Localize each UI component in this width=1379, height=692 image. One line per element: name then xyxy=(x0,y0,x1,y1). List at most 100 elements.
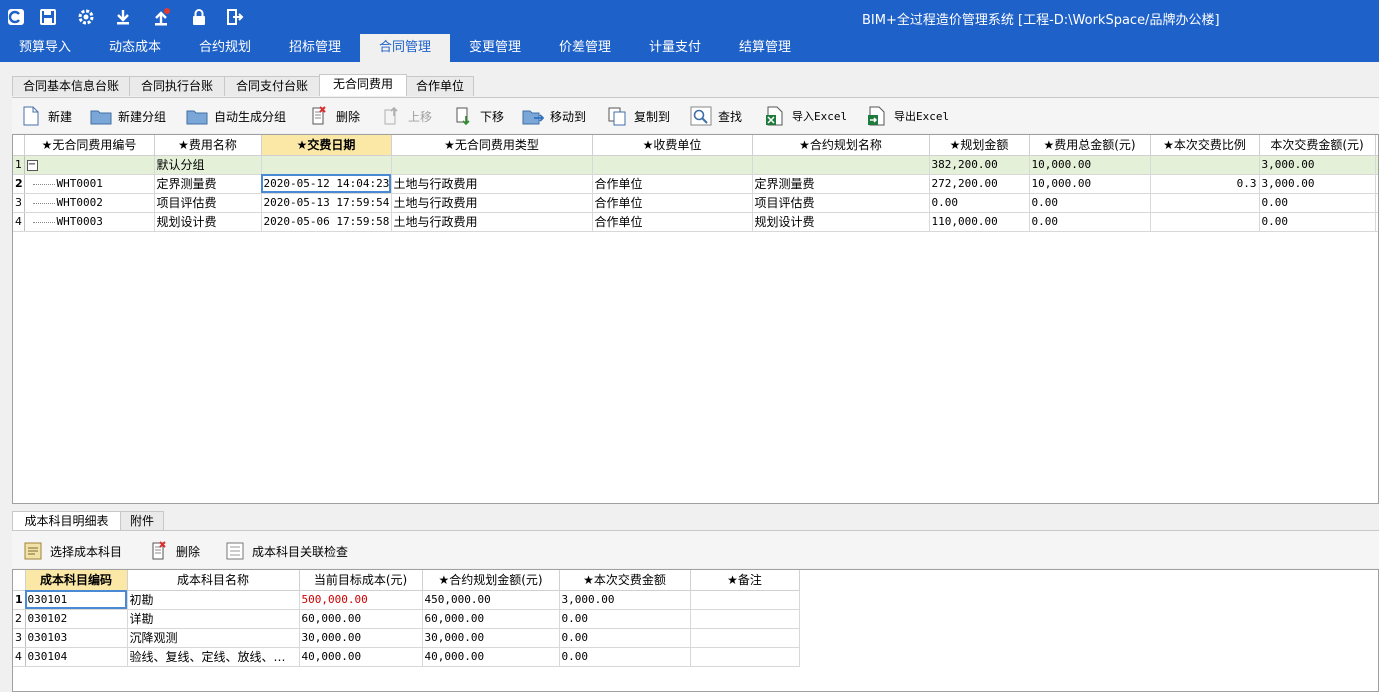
col-plan-name[interactable]: ★合约规划名称 xyxy=(752,135,930,156)
table-row[interactable]: 4 030104 验线、复线、定线、放线、… 40,000.00 40,000.… xyxy=(13,647,800,667)
col-pay-ratio[interactable]: ★本次交费比例 xyxy=(1150,135,1260,156)
fee-code-cell[interactable]: WHT0003 xyxy=(24,212,155,232)
col-remark[interactable]: ★备注 xyxy=(690,570,800,591)
table-row[interactable]: 4 WHT0003 规划设计费 2020-05-06 17:59:58 土地与行… xyxy=(13,212,1378,232)
plan-amount-cell[interactable]: 110,000.00 xyxy=(929,212,1030,232)
table-row[interactable]: 3 030103 沉降观测 30,000.00 30,000.00 0.00 xyxy=(13,628,800,648)
import-excel-button[interactable]: 导入Excel xyxy=(764,104,847,128)
auto-group-button[interactable]: 自动生成分组 xyxy=(186,104,286,128)
menu-contract-planning[interactable]: 合约规划 xyxy=(180,34,270,62)
delete-button[interactable]: 删除 xyxy=(308,104,360,128)
tab-contract-info-ledger[interactable]: 合同基本信息台账 xyxy=(12,76,130,96)
col-fee-code[interactable]: ★无合同费用编号 xyxy=(24,135,155,156)
download-icon[interactable] xyxy=(113,7,133,27)
new-button[interactable]: 新建 xyxy=(20,104,72,128)
target-cost-cell[interactable]: 500,000.00 xyxy=(299,590,423,610)
pay-ratio-cell[interactable] xyxy=(1150,193,1260,213)
fee-type-cell[interactable]: 土地与行政费用 xyxy=(391,212,593,232)
plan-name-cell[interactable]: 项目评估费 xyxy=(752,193,930,213)
total-amount-cell[interactable]: 0.00 xyxy=(1029,212,1151,232)
remark-cell[interactable] xyxy=(690,628,800,648)
fee-type-cell[interactable]: 土地与行政费用 xyxy=(391,174,593,194)
target-cost-cell[interactable]: 40,000.00 xyxy=(299,647,423,667)
this-amount-cell[interactable]: 3,000.00 xyxy=(559,590,691,610)
subject-name-cell[interactable]: 详勘 xyxy=(127,609,300,629)
plan-name-cell[interactable]: 定界测量费 xyxy=(752,174,930,194)
subject-code-cell[interactable]: 030104 xyxy=(25,647,128,667)
pay-amount-cell[interactable]: 0.00 xyxy=(1259,193,1376,213)
menu-tender[interactable]: 招标管理 xyxy=(270,34,360,62)
col-plan-amount[interactable]: ★规划金额 xyxy=(929,135,1030,156)
menu-change[interactable]: 变更管理 xyxy=(450,34,540,62)
col-target-cost[interactable]: 当前目标成本(元) xyxy=(299,570,423,591)
pay-amount-cell[interactable]: 0.00 xyxy=(1259,212,1376,232)
col-fee-type[interactable]: ★无合同费用类型 xyxy=(391,135,593,156)
select-cost-subject-button[interactable]: 选择成本科目 xyxy=(22,539,122,563)
tab-contract-payment-ledger[interactable]: 合同支付台账 xyxy=(224,76,320,96)
menu-price-difference[interactable]: 价差管理 xyxy=(540,34,630,62)
exit-icon[interactable] xyxy=(225,7,245,27)
payee-unit-cell[interactable]: 合作单位 xyxy=(592,193,753,213)
plan-amount-cell[interactable]: 450,000.00 xyxy=(422,590,560,610)
this-amount-cell[interactable]: 0.00 xyxy=(559,628,691,648)
group-name[interactable]: 默认分组 xyxy=(154,155,262,175)
total-amount-cell[interactable]: 0.00 xyxy=(1029,193,1151,213)
menu-budget-import[interactable]: 预算导入 xyxy=(0,34,90,62)
col-total-amount[interactable]: ★费用总金额(元) xyxy=(1029,135,1151,156)
payee-unit-cell[interactable]: 合作单位 xyxy=(592,174,753,194)
remark-cell[interactable] xyxy=(690,609,800,629)
col-pay-amount[interactable]: 本次交费金额(元) xyxy=(1259,135,1376,156)
plan-name-cell[interactable]: 规划设计费 xyxy=(752,212,930,232)
collapse-toggle-icon[interactable]: − xyxy=(26,159,38,171)
target-cost-cell[interactable]: 60,000.00 xyxy=(299,609,423,629)
copy-to-button[interactable]: 复制到 xyxy=(606,104,670,128)
col-payee-unit[interactable]: ★收费单位 xyxy=(592,135,753,156)
fee-name-cell[interactable]: 项目评估费 xyxy=(154,193,262,213)
move-to-button[interactable]: 移动到 xyxy=(522,104,586,128)
pay-amount-cell[interactable]: 3,000.00 xyxy=(1259,174,1376,194)
plan-amount-cell[interactable]: 272,200.00 xyxy=(929,174,1030,194)
fee-type-cell[interactable]: 土地与行政费用 xyxy=(391,193,593,213)
move-up-button[interactable]: 上移 xyxy=(380,104,432,128)
plan-amount-cell[interactable]: 0.00 xyxy=(929,193,1030,213)
tab-cost-subject-detail[interactable]: 成本科目明细表 xyxy=(12,511,121,530)
col-subject-code[interactable]: 成本科目编码 xyxy=(25,570,128,591)
move-down-button[interactable]: 下移 xyxy=(452,104,504,128)
app-logo-icon[interactable] xyxy=(6,7,26,27)
this-amount-cell[interactable]: 0.00 xyxy=(559,647,691,667)
total-amount-cell[interactable]: 10,000.00 xyxy=(1029,174,1151,194)
save-icon[interactable] xyxy=(38,7,58,27)
subject-name-cell[interactable]: 初勘 xyxy=(127,590,300,610)
fee-code-cell[interactable]: WHT0002 xyxy=(24,193,155,213)
remark-cell[interactable] xyxy=(690,647,800,667)
plan-amount-cell[interactable]: 30,000.00 xyxy=(422,628,560,648)
tab-non-contract-fees[interactable]: 无合同费用 xyxy=(319,74,407,96)
tab-contract-execution-ledger[interactable]: 合同执行台账 xyxy=(129,76,225,96)
pay-date-cell[interactable]: 2020-05-13 17:59:54 xyxy=(261,193,392,213)
menu-measurement-payment[interactable]: 计量支付 xyxy=(630,34,720,62)
plan-amount-cell[interactable]: 60,000.00 xyxy=(422,609,560,629)
detail-delete-button[interactable]: 删除 xyxy=(148,539,200,563)
table-row[interactable]: 3 WHT0002 项目评估费 2020-05-13 17:59:54 土地与行… xyxy=(13,193,1378,213)
group-row[interactable]: 1 − 默认分组 382,200.00 10,000.00 3,000.00 xyxy=(13,155,1378,175)
payee-unit-cell[interactable]: 合作单位 xyxy=(592,212,753,232)
new-group-button[interactable]: 新建分组 xyxy=(90,104,166,128)
settings-gear-icon[interactable] xyxy=(76,7,96,27)
col-pay-date[interactable]: ★交费日期 xyxy=(261,135,392,156)
plan-amount-cell[interactable]: 40,000.00 xyxy=(422,647,560,667)
menu-contract-management[interactable]: 合同管理 xyxy=(360,34,450,62)
subject-code-cell[interactable]: 030102 xyxy=(25,609,128,629)
pay-ratio-cell[interactable]: 0.3 xyxy=(1150,174,1260,194)
find-button[interactable]: 查找 xyxy=(690,104,742,128)
remark-cell[interactable] xyxy=(690,590,800,610)
this-amount-cell[interactable]: 0.00 xyxy=(559,609,691,629)
subject-code-cell[interactable]: 030101 xyxy=(25,590,128,610)
menu-settlement[interactable]: 结算管理 xyxy=(720,34,810,62)
target-cost-cell[interactable]: 30,000.00 xyxy=(299,628,423,648)
col-plan-amount[interactable]: ★合约规划金额(元) xyxy=(422,570,560,591)
pay-date-cell[interactable]: 2020-05-06 17:59:58 xyxy=(261,212,392,232)
pay-date-cell[interactable]: 2020-05-12 14:04:23 xyxy=(261,174,392,194)
subject-code-cell[interactable]: 030103 xyxy=(25,628,128,648)
fee-code-cell[interactable]: WHT0001 xyxy=(24,174,155,194)
menu-dynamic-cost[interactable]: 动态成本 xyxy=(90,34,180,62)
